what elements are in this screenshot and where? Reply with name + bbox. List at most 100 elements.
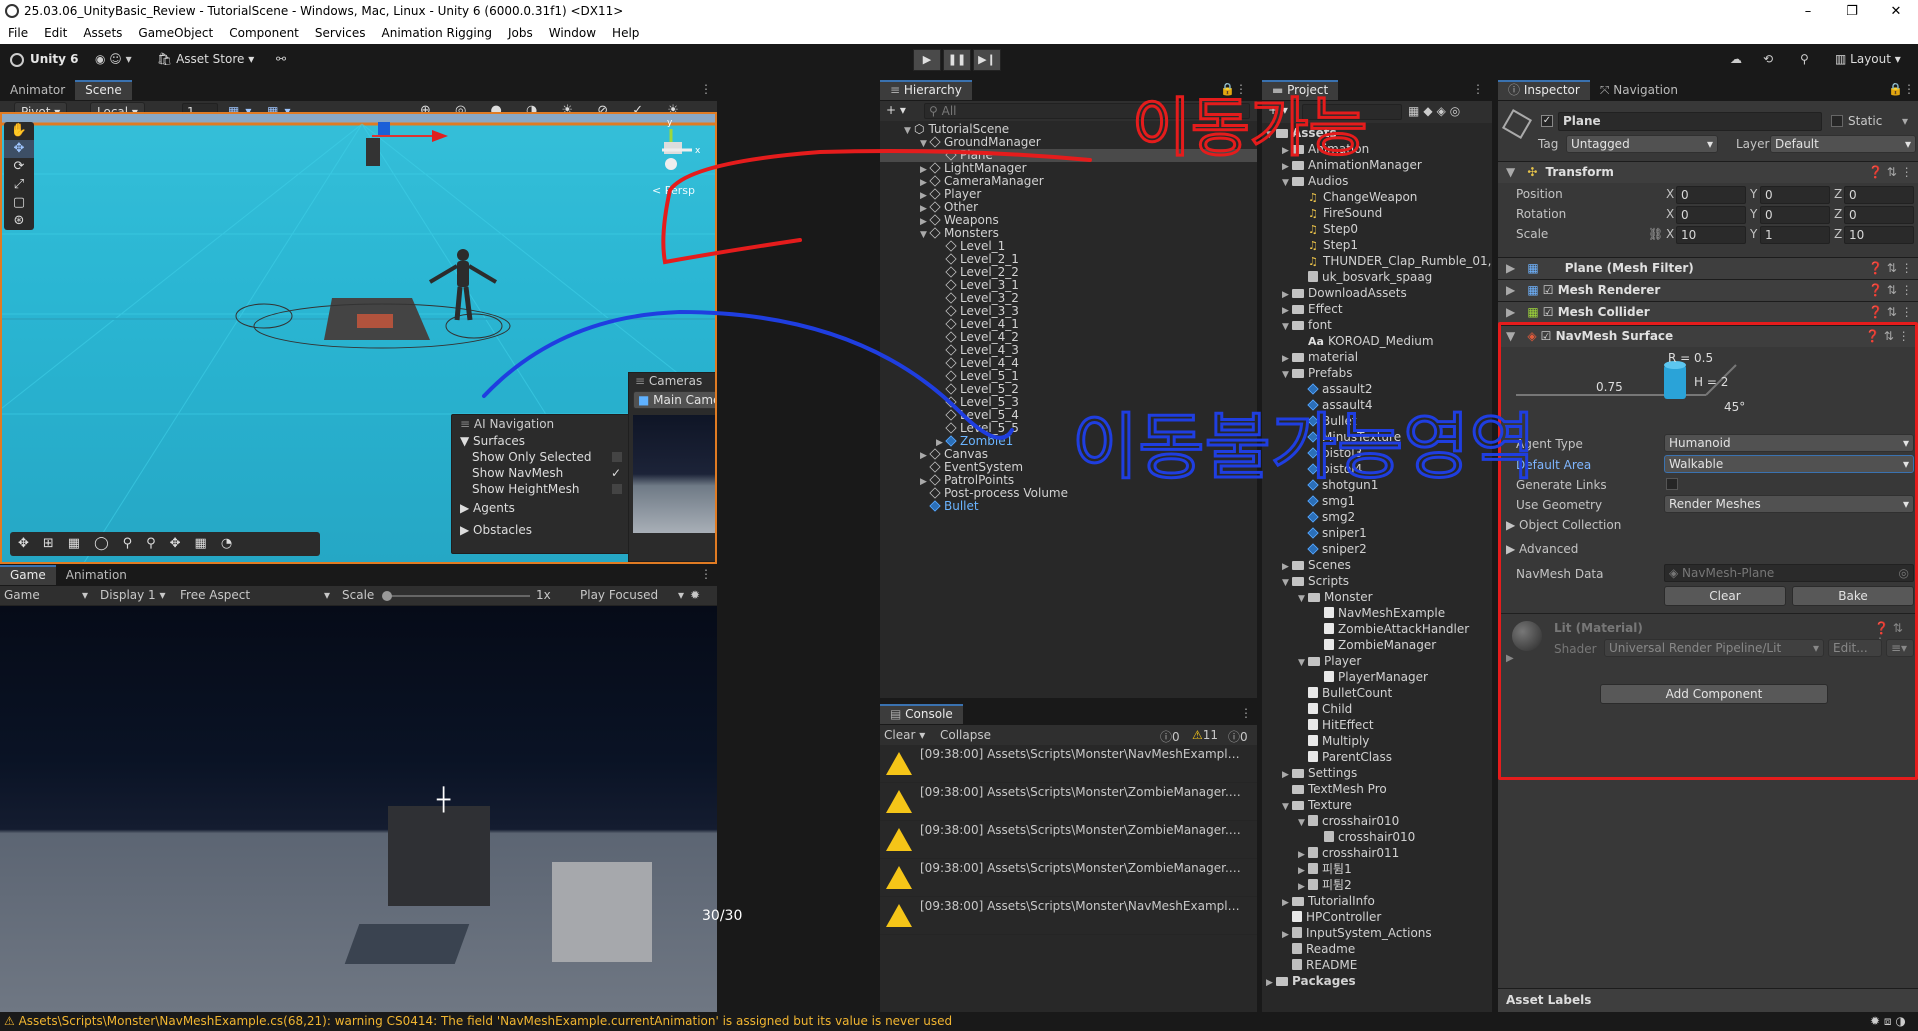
- project-row[interactable]: smg2: [1262, 509, 1492, 525]
- unity-version-label[interactable]: Unity 6: [30, 52, 79, 66]
- foldout-arrow-icon[interactable]: ▼: [1298, 815, 1308, 831]
- navmesh-surface-checkbox[interactable]: ☑: [1541, 329, 1556, 343]
- console-error-toggle[interactable]: ⓘ0: [1228, 728, 1248, 745]
- hierarchy-row[interactable]: ▶ Other: [880, 201, 1257, 215]
- scene-view[interactable]: y x < Persp ✋ ✥ ⟳ ⤢ ▢ ⊛ ✥⊞▦◯⚲⚲✥▦◔ ≡ AI N…: [0, 112, 717, 564]
- tab-project[interactable]: ▬ Project: [1262, 80, 1339, 100]
- game-view[interactable]: ┼ 30/30: [0, 606, 742, 1012]
- mesh-filter-header[interactable]: ▶ ▦ Plane (Mesh Filter) ❓ ⇅ ⋮: [1498, 257, 1918, 279]
- project-row[interactable]: uk_bosvark_spaag: [1262, 269, 1492, 285]
- transform-rotation-y-input[interactable]: 0: [1760, 206, 1830, 224]
- transform-rotation-x-input[interactable]: 0: [1676, 206, 1746, 224]
- hierarchy-row[interactable]: ▶ Weapons: [880, 214, 1257, 228]
- static-dropdown-icon[interactable]: ▾: [1902, 114, 1908, 128]
- foldout-arrow-icon[interactable]: ▼: [920, 138, 930, 151]
- object-collection-foldout[interactable]: ▶ Object Collection: [1506, 518, 1621, 532]
- foldout-arrow-icon[interactable]: ▼: [1282, 319, 1292, 335]
- project-row[interactable]: ▼ Player: [1262, 653, 1492, 669]
- foldout-arrow-icon[interactable]: ▼: [1298, 655, 1308, 671]
- component-help-icon[interactable]: ❓ ⇅ ⋮: [1865, 326, 1910, 347]
- account-icon[interactable]: ◉ ☺ ▾: [95, 52, 132, 66]
- search-icon[interactable]: ⚲: [1800, 52, 1809, 66]
- project-row[interactable]: ♫ ChangeWeapon: [1262, 189, 1492, 205]
- ai-nav-show-heightmesh[interactable]: Show HeightMesh: [452, 481, 630, 497]
- maximize-button[interactable]: ❐: [1834, 2, 1870, 22]
- generate-links-checkbox[interactable]: [1666, 478, 1678, 490]
- menu-assets[interactable]: Assets: [75, 24, 130, 40]
- project-row[interactable]: PlayerManager: [1262, 669, 1492, 685]
- transform-position-x-input[interactable]: 0: [1676, 186, 1746, 204]
- close-button[interactable]: ✕: [1878, 2, 1914, 22]
- move-tool-icon[interactable]: ✥: [4, 140, 34, 158]
- foldout-arrow-icon[interactable]: ▼: [1282, 367, 1292, 383]
- advanced-foldout[interactable]: ▶ Advanced: [1506, 542, 1578, 556]
- hierarchy-row[interactable]: Plane: [880, 149, 1257, 162]
- hierarchy-row[interactable]: ▶ Player: [880, 188, 1257, 202]
- project-row[interactable]: ▶ 피튐2: [1262, 877, 1492, 893]
- menu-animation-rigging[interactable]: Animation Rigging: [374, 24, 500, 40]
- console-info-toggle[interactable]: ⓘ0: [1160, 728, 1180, 745]
- project-row[interactable]: MinusTexture: [1262, 429, 1492, 445]
- project-row[interactable]: ParentClass: [1262, 749, 1492, 765]
- project-row[interactable]: ♫ Step0: [1262, 221, 1492, 237]
- layout-dropdown[interactable]: ▥ Layout ▾: [1835, 52, 1901, 66]
- menu-component[interactable]: Component: [221, 24, 307, 40]
- project-row[interactable]: sniper1: [1262, 525, 1492, 541]
- project-row[interactable]: ▶ TutorialInfo: [1262, 893, 1492, 909]
- console-menu-icon[interactable]: ⋮: [1240, 706, 1252, 720]
- default-area-dropdown[interactable]: Walkable ▾: [1664, 455, 1914, 473]
- ai-nav-obstacles[interactable]: ▶ Obstacles: [452, 519, 630, 541]
- hierarchy-row[interactable]: Level_3_2: [880, 292, 1257, 305]
- project-row[interactable]: ▼ Prefabs: [1262, 365, 1492, 381]
- play-button[interactable]: ▶: [913, 49, 941, 71]
- project-row[interactable]: ▶ InputSystem_Actions: [1262, 925, 1492, 941]
- menu-window[interactable]: Window: [541, 24, 604, 40]
- ai-nav-agents[interactable]: ▶ Agents: [452, 497, 630, 519]
- hierarchy-row[interactable]: EventSystem: [880, 461, 1257, 474]
- project-row[interactable]: HitEffect: [1262, 717, 1492, 733]
- version-control-icon[interactable]: ⚯: [276, 52, 286, 66]
- menu-services[interactable]: Services: [307, 24, 374, 40]
- console-entry[interactable]: [09:38:00] Assets\Scripts\Monster\NavMes…: [880, 745, 1257, 783]
- layer-dropdown[interactable]: Default ▾: [1770, 135, 1916, 153]
- tag-dropdown[interactable]: Untagged ▾: [1566, 135, 1718, 153]
- hierarchy-row[interactable]: Level_5_1: [880, 370, 1257, 383]
- project-row[interactable]: Bullet: [1262, 413, 1492, 429]
- hierarchy-row[interactable]: Level_5_3: [880, 396, 1257, 409]
- project-row[interactable]: ▼ crosshair010: [1262, 813, 1492, 829]
- project-row[interactable]: ▼ Texture: [1262, 797, 1492, 813]
- cloud-icon[interactable]: ☁: [1730, 52, 1742, 66]
- minimize-button[interactable]: –: [1790, 2, 1826, 22]
- hierarchy-row[interactable]: ▼ ⬡ TutorialScene: [880, 123, 1257, 138]
- hierarchy-row[interactable]: Bullet: [880, 500, 1257, 513]
- transform-header[interactable]: ▼ ✣ Transform ❓ ⇅ ⋮: [1498, 161, 1918, 183]
- hierarchy-row[interactable]: Level_5_5: [880, 422, 1257, 435]
- use-geometry-dropdown[interactable]: Render Meshes ▾: [1664, 495, 1914, 513]
- hierarchy-search-input[interactable]: ⚲ All: [924, 103, 1250, 119]
- project-row[interactable]: ♫ FireSound: [1262, 205, 1492, 221]
- hierarchy-row[interactable]: Level_4_4: [880, 357, 1257, 370]
- hierarchy-row[interactable]: Level_1: [880, 240, 1257, 253]
- asset-labels-bar[interactable]: Asset Labels: [1498, 988, 1918, 1012]
- project-row[interactable]: assault2: [1262, 381, 1492, 397]
- project-search-input[interactable]: [1302, 104, 1402, 120]
- mesh-collider-header[interactable]: ▶ ▦ ☑ Mesh Collider ❓ ⇅ ⋮: [1498, 301, 1918, 323]
- console-warning-toggle[interactable]: ⚠11: [1192, 728, 1218, 742]
- project-row[interactable]: ▼ Assets: [1262, 125, 1492, 141]
- add-object-button[interactable]: + ▾: [886, 103, 906, 117]
- tab-scene[interactable]: Scene: [75, 80, 132, 100]
- rect-tool-icon[interactable]: ▢: [4, 194, 34, 212]
- ai-nav-surfaces[interactable]: ▼ Surfaces: [452, 433, 630, 449]
- project-row[interactable]: sniper2: [1262, 541, 1492, 557]
- console-clear-button[interactable]: Clear ▾: [884, 728, 925, 742]
- transform-scale-y-input[interactable]: 1: [1760, 226, 1830, 244]
- shader-dropdown[interactable]: Universal Render Pipeline/Lit ▾: [1604, 639, 1824, 657]
- project-row[interactable]: ▶ AnimationManager: [1262, 157, 1492, 173]
- tab-hierarchy[interactable]: ≡ Hierarchy: [880, 80, 972, 100]
- agent-type-dropdown[interactable]: Humanoid ▾: [1664, 434, 1914, 452]
- component-help-icon[interactable]: ❓ ⇅ ⋮: [1868, 258, 1913, 279]
- foldout-arrow-icon[interactable]: ▼: [904, 125, 914, 138]
- mesh-renderer-header[interactable]: ▶ ▦ ☑ Mesh Renderer ❓ ⇅ ⋮: [1498, 279, 1918, 301]
- foldout-arrow-icon[interactable]: ▼: [1298, 591, 1308, 607]
- scene-menu-icon[interactable]: ⋮: [700, 82, 712, 96]
